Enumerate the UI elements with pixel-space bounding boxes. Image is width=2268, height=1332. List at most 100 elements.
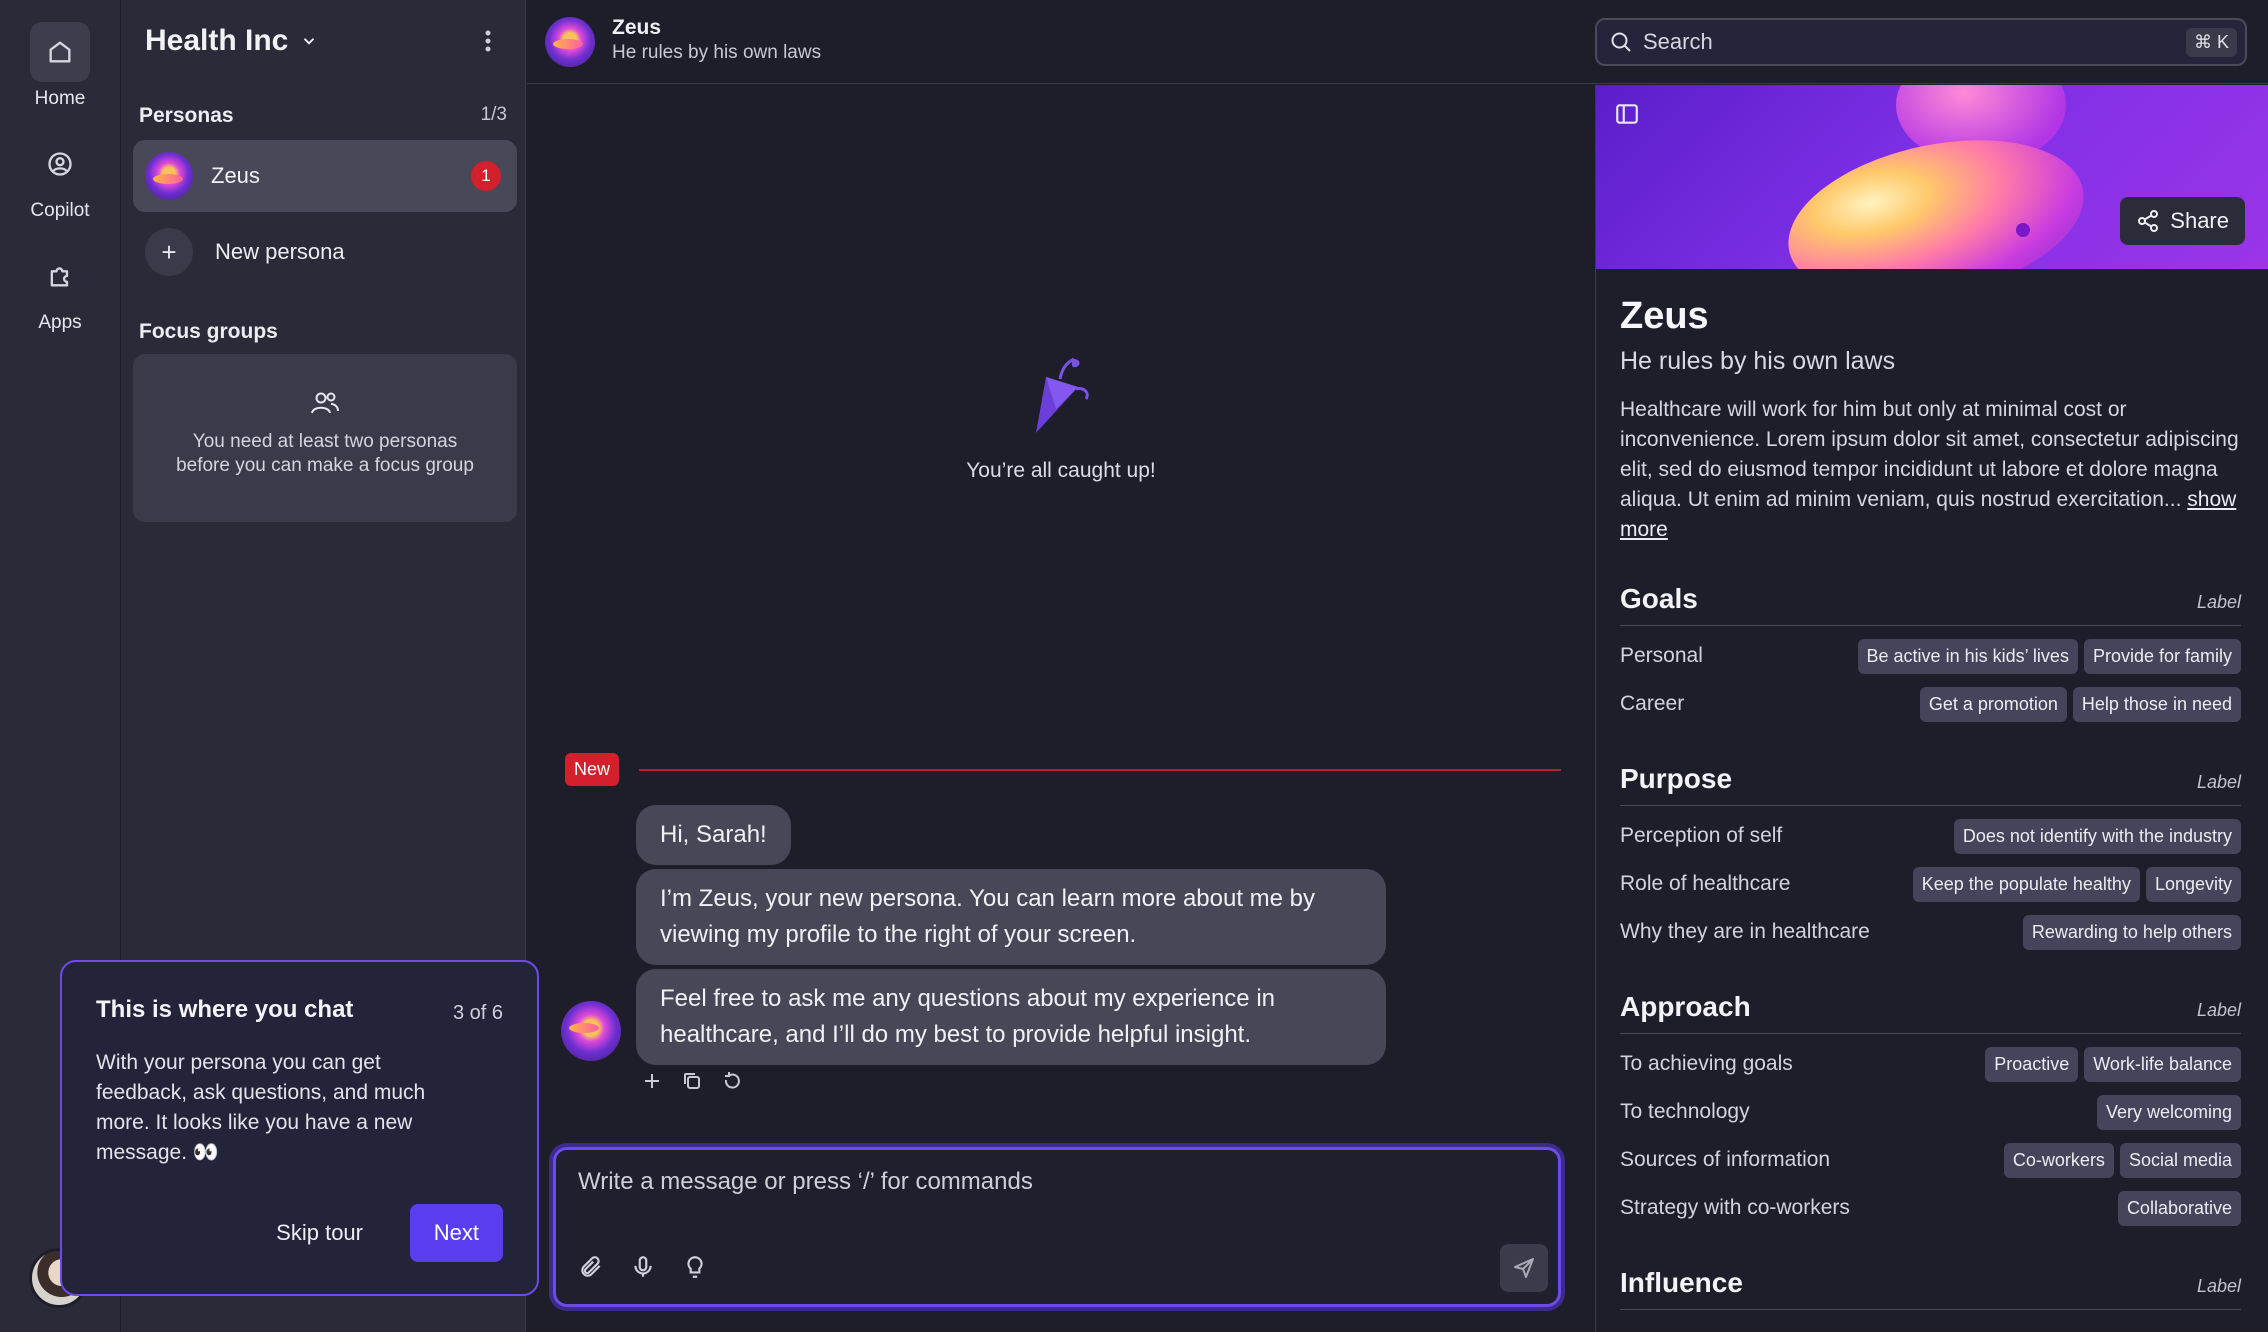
tour-popover: This is where you chat 3 of 6 With your … xyxy=(60,960,539,1296)
skip-tour-button[interactable]: Skip tour xyxy=(270,1206,369,1260)
message-composer xyxy=(553,1147,1561,1307)
attribute-chip[interactable]: Provide for family xyxy=(2083,638,2241,674)
caught-up-text: You’re all caught up! xyxy=(966,459,1156,482)
rail-item-home[interactable]: Home xyxy=(0,22,120,110)
plus-icon: + xyxy=(145,228,193,276)
tour-title: This is where you chat xyxy=(96,996,354,1023)
unread-badge: 1 xyxy=(471,161,501,191)
home-icon xyxy=(30,22,90,82)
attribute-label: Strategy with co-workers xyxy=(1620,1196,1850,1219)
microphone-icon[interactable] xyxy=(630,1254,656,1280)
profile-attribute-row: To achieving goals Proactive Work-life bal… xyxy=(1620,1040,2241,1088)
lightbulb-icon[interactable] xyxy=(682,1254,708,1280)
attribute-chip[interactable]: Collaborative xyxy=(2117,1190,2241,1226)
section-title: Purpose xyxy=(1620,763,1733,794)
attribute-chip[interactable]: Be active in his kids’ lives xyxy=(1857,638,2078,674)
section-header: Influence Label xyxy=(1620,1267,2241,1310)
tour-body: With your persona you can get feedback, … xyxy=(96,1051,426,1164)
attribute-label: Personal xyxy=(1620,644,1703,667)
attribute-chip[interactable]: Very welcoming xyxy=(2096,1094,2241,1130)
rail-item-apps[interactable]: Apps xyxy=(0,246,120,334)
persona-avatar xyxy=(145,152,193,200)
profile-section-influence: Influence Label xyxy=(1620,1267,2241,1316)
section-label: Label xyxy=(2196,592,2241,612)
org-switcher[interactable]: Health Inc xyxy=(145,24,318,58)
new-persona-label: New persona xyxy=(215,239,345,264)
profile-description-text: Healthcare will work for him but only at… xyxy=(1620,398,2239,511)
attribute-chips: Keep the populate healthy Longevity xyxy=(1912,866,2241,902)
attribute-chips: Rewarding to help others xyxy=(2022,914,2241,950)
add-icon[interactable] xyxy=(641,1070,663,1092)
copy-icon[interactable] xyxy=(681,1070,703,1092)
section-title: Influence xyxy=(1620,1267,1743,1298)
rail-label-apps: Apps xyxy=(38,312,82,333)
chat-area: You’re all caught up! New Hi, Sarah! I’m… xyxy=(527,85,1595,1332)
personas-title: Personas xyxy=(139,104,234,127)
profile-attribute-row: To technology Very welcoming xyxy=(1620,1088,2241,1136)
share-icon xyxy=(2136,209,2160,233)
new-messages-tag: New xyxy=(565,753,620,786)
attribute-label: Career xyxy=(1620,692,1685,715)
attribute-label: Role of healthcare xyxy=(1620,872,1791,895)
section-header: Approach Label xyxy=(1620,991,2241,1034)
users-icon xyxy=(310,390,340,416)
profile-tagline: He rules by his own laws xyxy=(1620,347,1896,375)
profile-section-goals: Goals Label Personal Be active in his kids’… xyxy=(1620,583,2241,728)
profile-attribute-row: Career Get a promotion Help those in need xyxy=(1620,680,2241,728)
rail-item-copilot[interactable]: Copilot xyxy=(0,134,120,222)
new-messages-divider xyxy=(639,769,1561,771)
user-circle-icon xyxy=(30,134,90,194)
section-label: Label xyxy=(2196,772,2241,792)
attach-icon[interactable] xyxy=(578,1254,604,1280)
next-button[interactable]: Next xyxy=(409,1204,503,1262)
attribute-chip[interactable]: Work-life balance xyxy=(2084,1046,2241,1082)
profile-name: Zeus xyxy=(1620,295,1709,337)
composer-tools xyxy=(578,1254,708,1280)
attribute-chip[interactable]: Co-workers xyxy=(2003,1142,2114,1178)
send-button[interactable] xyxy=(1500,1244,1548,1292)
search-bar[interactable]: ⌘ K xyxy=(1595,18,2247,66)
profile-attribute-row: Perception of self Does not identify with… xyxy=(1620,812,2241,860)
attribute-chips: Collaborative xyxy=(2117,1190,2241,1226)
attribute-chips: Proactive Work-life balance xyxy=(1985,1046,2241,1082)
personas-count: 1/3 xyxy=(480,104,507,125)
message-input[interactable] xyxy=(578,1168,1478,1208)
persona-profile-panel: Share Zeus He rules by his own laws Heal… xyxy=(1595,85,2268,1332)
share-button[interactable]: Share xyxy=(2120,197,2245,245)
persona-item-zeus[interactable]: Zeus 1 xyxy=(133,140,517,212)
new-persona-button[interactable]: + New persona xyxy=(145,228,345,276)
search-input[interactable] xyxy=(1643,29,2186,55)
header-persona-subtitle: He rules by his own laws xyxy=(612,42,822,63)
attribute-chip[interactable]: Does not identify with the industry xyxy=(1953,818,2241,854)
rail-label-copilot: Copilot xyxy=(30,200,90,221)
attribute-label: Why they are in healthcare xyxy=(1620,920,1870,943)
attribute-chips: Be active in his kids’ lives Provide for … xyxy=(1857,638,2241,674)
message-avatar xyxy=(561,1001,621,1061)
attribute-chips: Does not identify with the industry xyxy=(1953,818,2241,854)
sidebar-toggle-icon[interactable] xyxy=(1614,101,1644,131)
chat-message: Feel free to ask me any questions about … xyxy=(636,969,1386,1065)
profile-section-approach: Approach Label To achieving goals Proactive… xyxy=(1620,991,2241,1232)
section-label: Label xyxy=(2196,1000,2241,1020)
attribute-chip[interactable]: Keep the populate healthy xyxy=(1912,866,2140,902)
attribute-chip[interactable]: Get a promotion xyxy=(1919,686,2067,722)
puzzle-icon xyxy=(30,246,90,306)
attribute-chip[interactable]: Proactive xyxy=(1985,1046,2079,1082)
attribute-label: To technology xyxy=(1620,1100,1750,1123)
attribute-chip[interactable]: Rewarding to help others xyxy=(2022,914,2241,950)
profile-attribute-row: Strategy with co-workers Collaborative xyxy=(1620,1184,2241,1232)
attribute-chip[interactable]: Help those in need xyxy=(2072,686,2241,722)
caught-up-state: You’re all caught up! xyxy=(527,347,1595,483)
header-avatar[interactable] xyxy=(545,17,595,67)
regenerate-icon[interactable] xyxy=(721,1070,743,1092)
tour-step: 3 of 6 xyxy=(452,1002,503,1024)
more-vertical-icon[interactable] xyxy=(473,26,503,56)
attribute-label: Sources of information xyxy=(1620,1148,1831,1171)
attribute-chip[interactable]: Social media xyxy=(2119,1142,2241,1178)
attribute-chip[interactable]: Longevity xyxy=(2145,866,2241,902)
profile-section-purpose: Purpose Label Perception of self Does not i… xyxy=(1620,763,2241,956)
section-label: Label xyxy=(2196,1276,2241,1296)
carrot-icon xyxy=(1016,347,1106,437)
focus-groups-title: Focus groups xyxy=(139,320,278,343)
focus-groups-empty-text: You need at least two personas before yo… xyxy=(176,431,474,476)
